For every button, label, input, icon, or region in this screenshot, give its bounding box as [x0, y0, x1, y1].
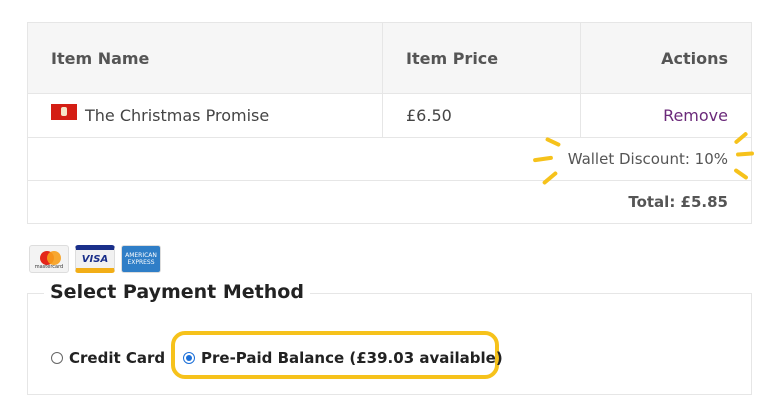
order-total: Total: £5.85: [628, 193, 728, 211]
header-item-name: Item Name: [28, 23, 383, 93]
wallet-discount: Wallet Discount: 10%: [567, 150, 728, 168]
prepaid-balance-radio[interactable]: [183, 352, 195, 364]
total-row: Total: £5.85: [28, 180, 751, 223]
prepaid-balance-label[interactable]: Pre-Paid Balance (£39.03 available): [201, 349, 503, 367]
item-name-cell: The Christmas Promise: [28, 94, 383, 137]
item-name: The Christmas Promise: [85, 106, 270, 125]
prepaid-balance-option[interactable]: Pre-Paid Balance (£39.03 available): [183, 349, 503, 367]
credit-card-radio[interactable]: [51, 352, 63, 364]
amex-icon: AMERICAN EXPRESS: [121, 245, 161, 273]
payment-method-title: Select Payment Method: [44, 281, 310, 303]
credit-card-label[interactable]: Credit Card: [69, 349, 165, 367]
remove-link[interactable]: Remove: [663, 106, 728, 125]
header-item-price: Item Price: [383, 23, 581, 93]
item-price: £6.50: [383, 94, 581, 137]
discount-row: Wallet Discount: 10%: [28, 137, 751, 180]
table-header-row: Item Name Item Price Actions: [28, 23, 751, 93]
mastercard-icon: mastercard: [29, 245, 69, 273]
cart-table: Item Name Item Price Actions The Christm…: [27, 22, 752, 224]
header-actions: Actions: [661, 48, 728, 68]
visa-icon: VISA: [75, 245, 115, 273]
item-thumbnail-icon: [51, 103, 77, 120]
table-row: The Christmas Promise £6.50 Remove: [28, 93, 751, 137]
card-logos: mastercard VISA AMERICAN EXPRESS: [29, 245, 161, 273]
credit-card-option[interactable]: Credit Card: [51, 349, 165, 367]
item-actions-cell: Remove: [581, 94, 751, 137]
